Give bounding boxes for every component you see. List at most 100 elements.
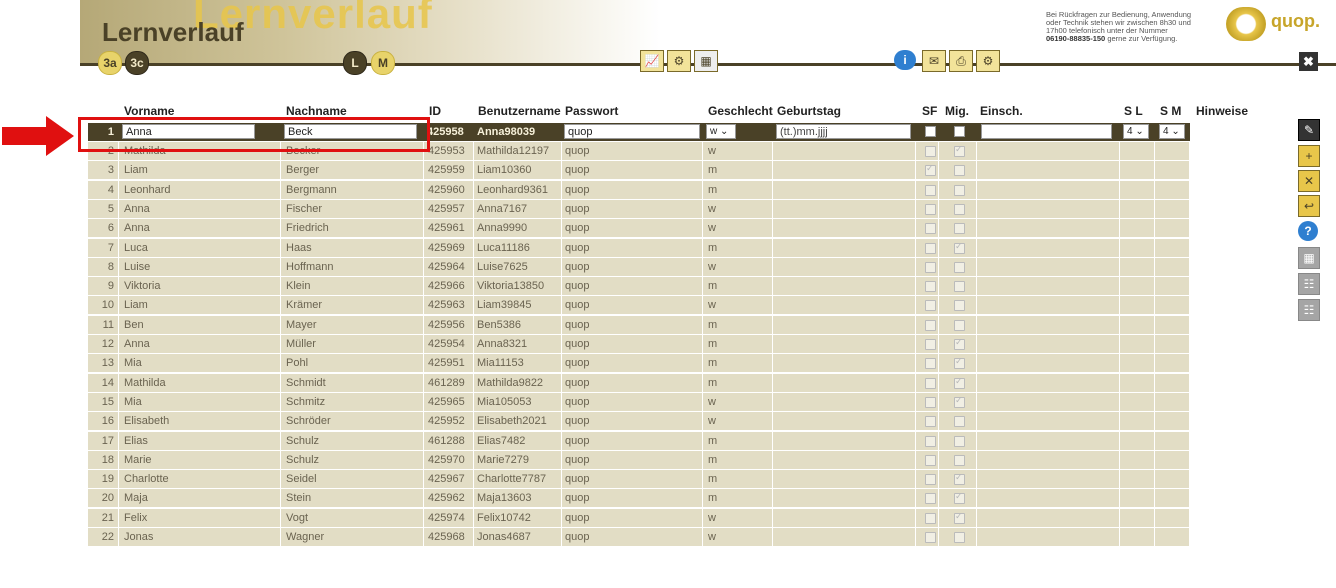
- mig-checkbox[interactable]: [954, 511, 965, 524]
- mig-checkbox[interactable]: [954, 454, 965, 466]
- col-sm[interactable]: S M: [1160, 104, 1181, 120]
- sf-checkbox[interactable]: [925, 339, 936, 350]
- mig-checkbox[interactable]: [954, 203, 965, 215]
- remove-student-icon[interactable]: ✕: [1298, 170, 1320, 192]
- mig-checkbox[interactable]: [954, 261, 965, 273]
- col-mig[interactable]: Mig.: [945, 104, 969, 120]
- sf-checkbox[interactable]: [925, 474, 936, 486]
- mig-checkbox[interactable]: [954, 241, 965, 254]
- table-row[interactable]: 21 Felix Vogt 425974 Felix10742 quop w: [88, 508, 1190, 527]
- mig-checkbox[interactable]: [954, 395, 965, 408]
- group-icon[interactable]: ☷: [1298, 273, 1320, 295]
- table-row[interactable]: 18 Marie Schulz 425970 Marie7279 quop m: [88, 450, 1190, 469]
- table-row[interactable]: 8 Luise Hoffmann 425964 Luise7625 quop w: [88, 257, 1190, 276]
- col-sl[interactable]: S L: [1124, 104, 1143, 120]
- col-hinweise[interactable]: Hinweise: [1196, 104, 1248, 120]
- sf-checkbox[interactable]: [925, 377, 936, 389]
- gender-select[interactable]: w ⌄: [706, 124, 736, 139]
- col-einsch[interactable]: Einsch.: [980, 104, 1023, 120]
- table-row[interactable]: 15 Mia Schmitz 425965 Mia105053 quop w: [88, 392, 1190, 411]
- table-row[interactable]: 5 Anna Fischer 425957 Anna7167 quop w: [88, 199, 1190, 218]
- table-row[interactable]: 22 Jonas Wagner 425968 Jonas4687 quop w: [88, 528, 1190, 546]
- col-geschlecht[interactable]: Geschlecht: [708, 104, 773, 120]
- add-student-icon[interactable]: +: [1298, 145, 1320, 167]
- sf-checkbox[interactable]: [925, 203, 936, 215]
- table-row[interactable]: 19 Charlotte Seidel 425967 Charlotte7787 quop…: [88, 470, 1190, 489]
- edit-list-icon[interactable]: ✎: [1298, 119, 1320, 141]
- mig-checkbox[interactable]: [954, 300, 965, 312]
- table-row[interactable]: 11 Ben Mayer 425956 Ben5386 quop m: [88, 315, 1190, 334]
- sf-checkbox[interactable]: [925, 261, 936, 273]
- calculator-icon[interactable]: ▦: [694, 50, 718, 72]
- mig-checkbox[interactable]: [954, 435, 965, 447]
- mig-checkbox[interactable]: [954, 223, 965, 235]
- help-icon[interactable]: ?: [1298, 221, 1318, 241]
- table-row[interactable]: 7 Luca Haas 425969 Luca11186 quop m: [88, 238, 1190, 257]
- grid-icon[interactable]: ▦: [1298, 247, 1320, 269]
- table-row[interactable]: 9 Viktoria Klein 425966 Viktoria13850 quop m: [88, 277, 1190, 296]
- sf-checkbox[interactable]: [925, 146, 936, 157]
- table-row[interactable]: 20 Maja Stein 425962 Maja13603 quop m: [88, 489, 1190, 508]
- sf-checkbox[interactable]: [925, 126, 936, 137]
- mig-checkbox[interactable]: [954, 472, 965, 486]
- mig-checkbox[interactable]: [954, 376, 965, 389]
- info-icon[interactable]: i: [894, 50, 916, 70]
- table-row[interactable]: 10 Liam Krämer 425963 Liam39845 quop w: [88, 296, 1190, 315]
- table-row[interactable]: 3 Liam Berger 425959 Liam10360 quop m: [88, 161, 1190, 180]
- mig-checkbox[interactable]: [954, 532, 965, 543]
- password-input[interactable]: quop: [564, 124, 700, 139]
- col-sf[interactable]: SF: [922, 104, 937, 120]
- sf-checkbox[interactable]: [925, 223, 936, 235]
- col-passwort[interactable]: Passwort: [565, 104, 618, 120]
- sf-checkbox[interactable]: [925, 454, 936, 466]
- sf-checkbox[interactable]: [925, 358, 936, 370]
- table-row[interactable]: 14 Mathilda Schmidt 461289 Mathilda9822 quop m: [88, 373, 1190, 392]
- group-alt-icon[interactable]: ☷: [1298, 299, 1320, 321]
- table-row[interactable]: 13 Mia Pohl 425951 Mia11153 quop m: [88, 354, 1190, 373]
- table-row[interactable]: 16 Elisabeth Schröder 425952 Elisabeth2021 qu…: [88, 412, 1190, 431]
- mig-checkbox[interactable]: [954, 356, 965, 370]
- sf-checkbox[interactable]: [925, 163, 936, 177]
- col-benutzername[interactable]: Benutzername: [478, 104, 561, 120]
- einsch-input[interactable]: [981, 124, 1112, 139]
- chart-settings-icon[interactable]: ⚙: [667, 50, 691, 72]
- mig-checkbox[interactable]: [954, 144, 965, 157]
- sm-select[interactable]: 4 ⌄: [1159, 124, 1185, 139]
- mig-checkbox[interactable]: [954, 165, 965, 177]
- mig-checkbox[interactable]: [954, 337, 965, 350]
- mig-checkbox[interactable]: [954, 416, 965, 428]
- class-3c-button[interactable]: 3c: [125, 51, 149, 75]
- mig-checkbox[interactable]: [954, 184, 965, 196]
- sf-checkbox[interactable]: [925, 184, 936, 196]
- sf-checkbox[interactable]: [925, 532, 936, 543]
- sl-select[interactable]: 4 ⌄: [1123, 124, 1149, 139]
- table-row[interactable]: 12 Anna Müller 425954 Anna8321 quop m: [88, 335, 1190, 353]
- sf-checkbox[interactable]: [925, 435, 936, 447]
- sf-checkbox[interactable]: [925, 416, 936, 428]
- chart-icon[interactable]: 📈: [640, 50, 664, 72]
- sf-checkbox[interactable]: [925, 300, 936, 312]
- sf-checkbox[interactable]: [925, 512, 936, 524]
- table-row[interactable]: 4 Leonhard Bergmann 425960 Leonhard9361 quop m: [88, 180, 1190, 199]
- table-row[interactable]: 17 Elias Schulz 461288 Elias7482 quop m: [88, 431, 1190, 450]
- table-row[interactable]: 6 Anna Friedrich 425961 Anna9990 quop w: [88, 219, 1190, 238]
- settings-icon[interactable]: ⚙: [976, 50, 1000, 72]
- mig-checkbox[interactable]: [954, 281, 965, 293]
- col-geburtstag[interactable]: Geburtstag: [777, 104, 841, 120]
- mail-icon[interactable]: ✉: [922, 50, 946, 72]
- mig-checkbox[interactable]: [954, 491, 965, 505]
- sf-checkbox[interactable]: [925, 281, 936, 293]
- sf-checkbox[interactable]: [925, 396, 936, 408]
- birthday-input[interactable]: (tt.)mm.jjjj: [776, 124, 911, 139]
- close-button[interactable]: ✖: [1299, 52, 1318, 71]
- col-id[interactable]: ID: [429, 104, 441, 120]
- sf-checkbox[interactable]: [925, 493, 936, 505]
- sf-checkbox[interactable]: [925, 319, 936, 331]
- print-icon[interactable]: ⎙: [949, 50, 973, 72]
- sf-checkbox[interactable]: [925, 242, 936, 254]
- level-l-button[interactable]: L: [343, 51, 367, 75]
- mig-checkbox[interactable]: [954, 319, 965, 331]
- move-student-icon[interactable]: ↩: [1298, 195, 1320, 217]
- mig-checkbox[interactable]: [954, 126, 965, 137]
- level-m-button[interactable]: M: [371, 51, 395, 75]
